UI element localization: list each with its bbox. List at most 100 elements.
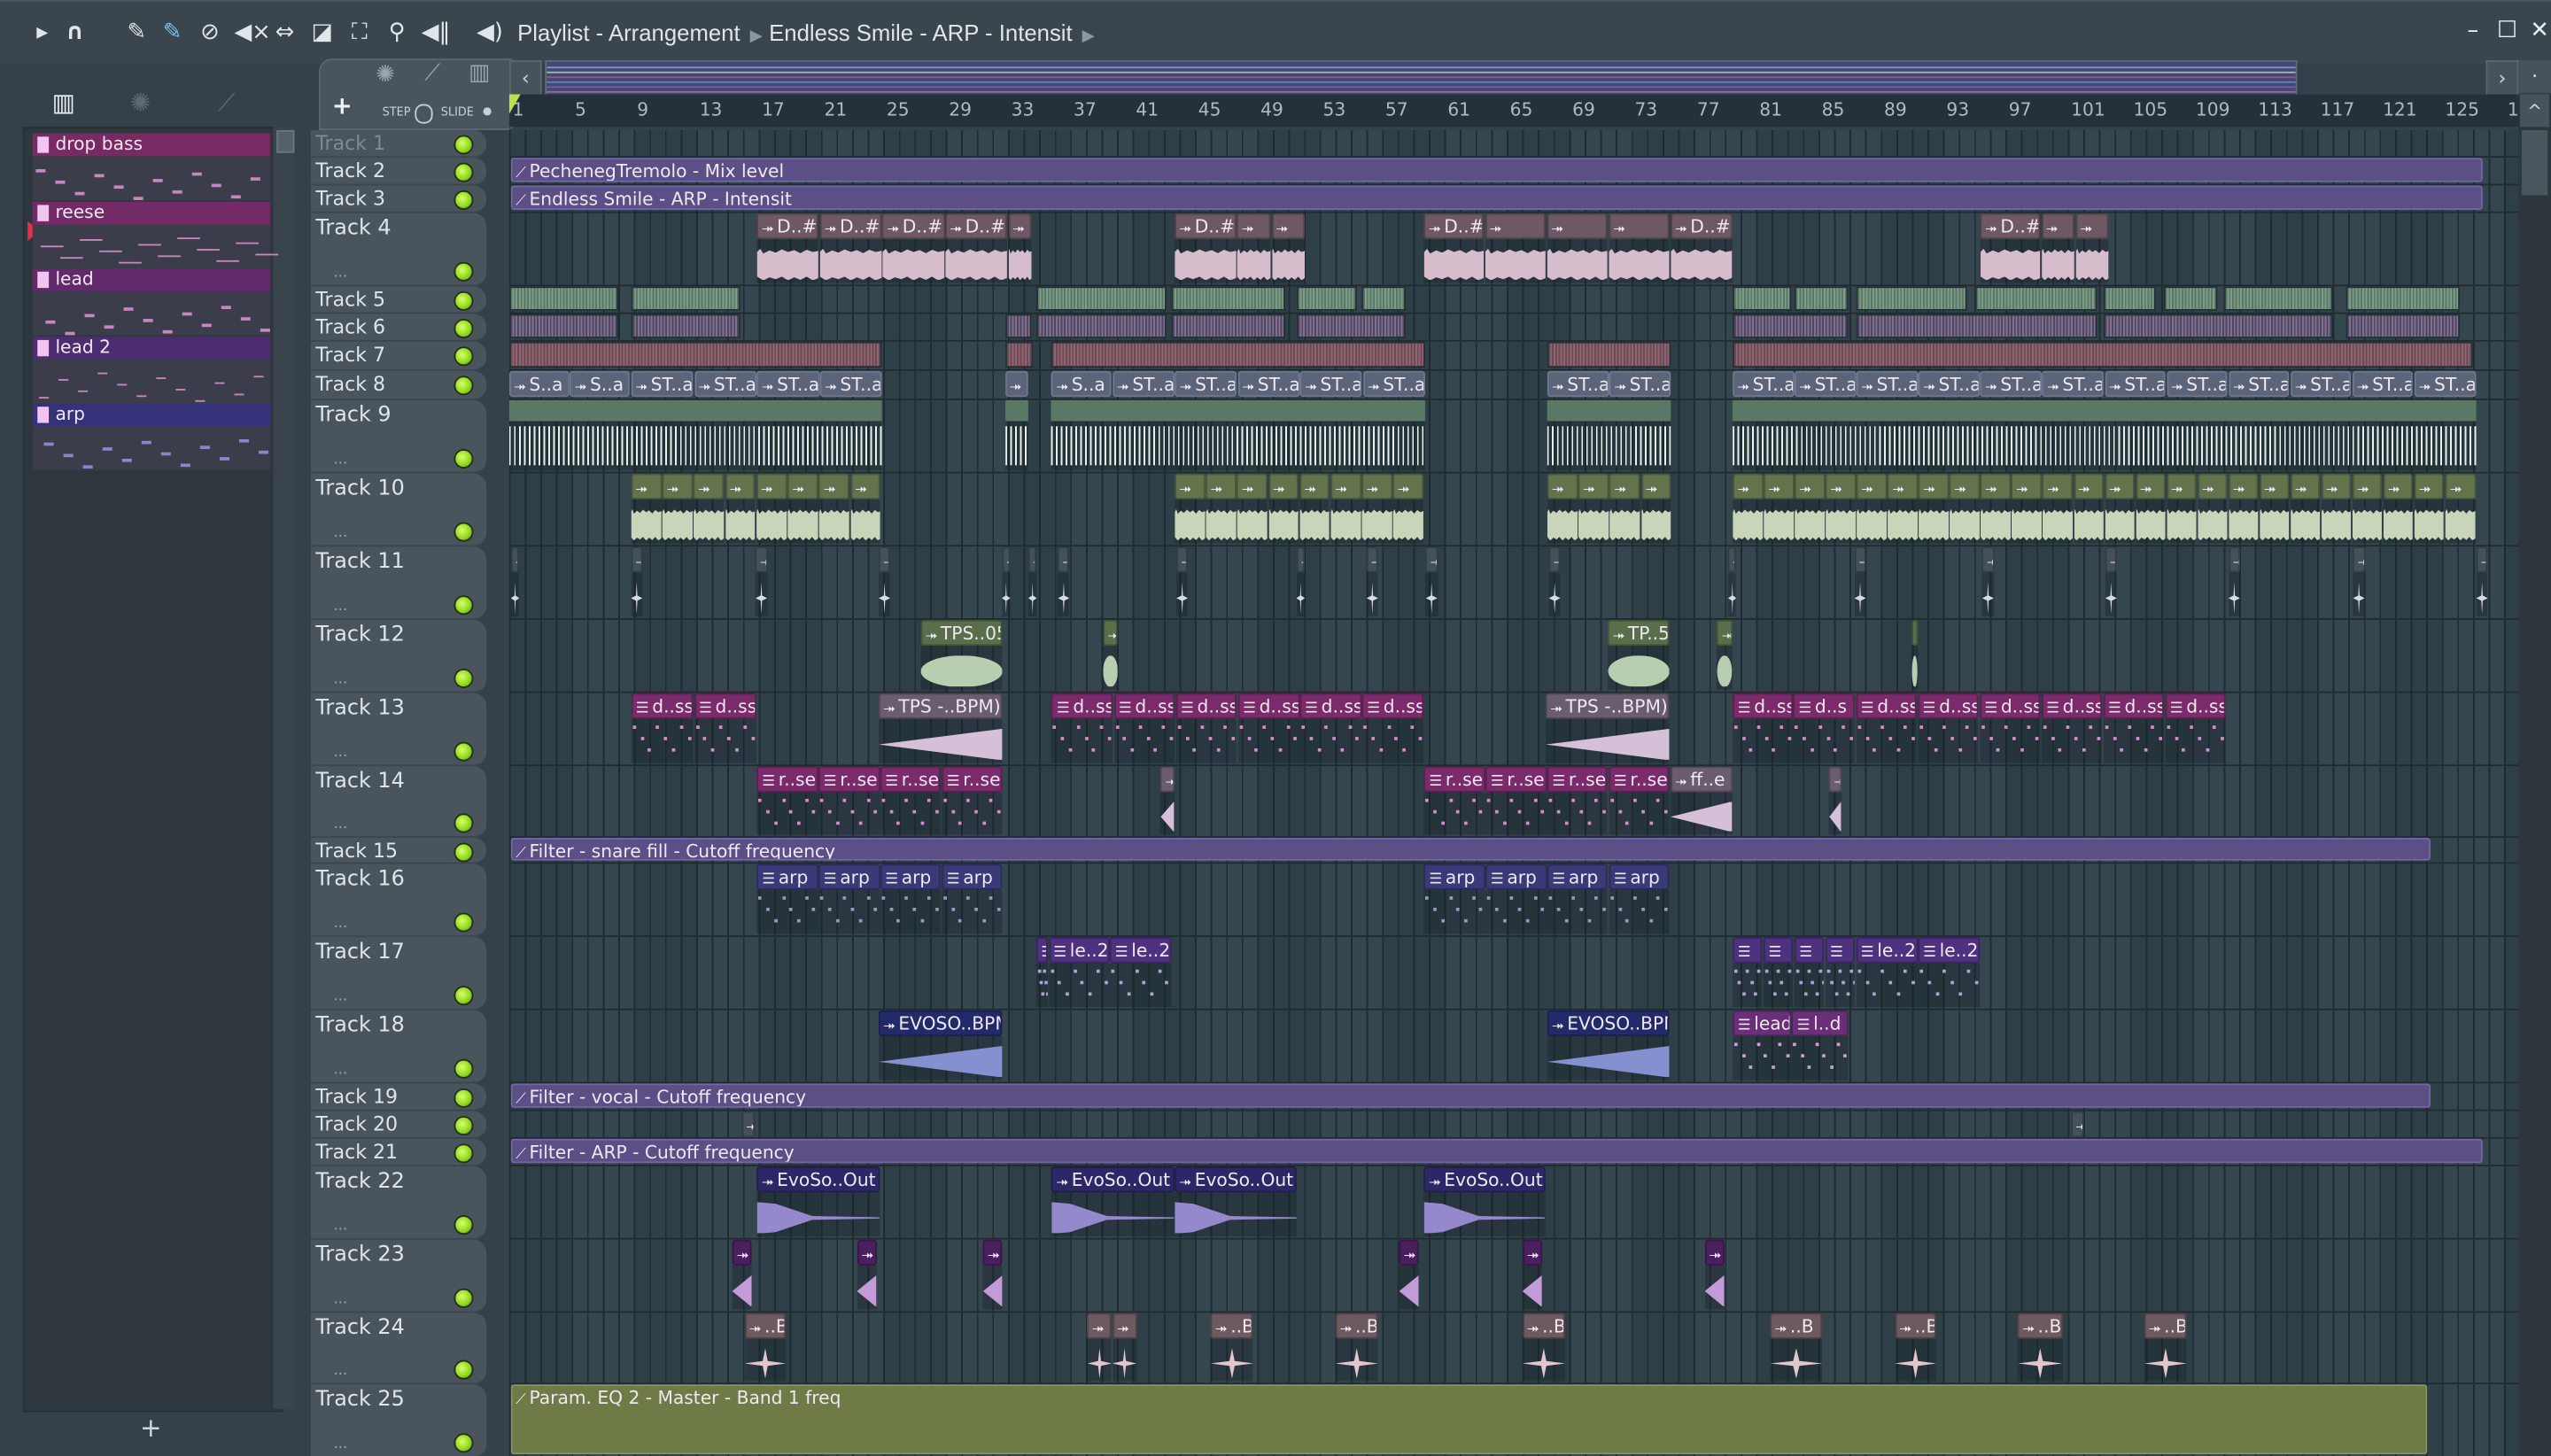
clip-header[interactable]: ⯮ — [1237, 213, 1271, 240]
clip-header[interactable]: ⯮ D..# — [1981, 213, 2041, 240]
clip-spurple[interactable] — [2345, 314, 2461, 339]
clip-header[interactable]: ☰ d..ss — [1918, 693, 1979, 719]
clip-header[interactable]: ☰ r..se — [1609, 766, 1670, 793]
clip-olive[interactable]: ⯮ — [1578, 473, 1609, 544]
scroll-left-button[interactable]: ‹ — [508, 59, 542, 97]
clip-spurple[interactable] — [1004, 314, 1033, 339]
track-menu-icon[interactable]: ... — [334, 672, 348, 688]
clip-header[interactable]: ⯮ — [1578, 473, 1609, 500]
clip-magenta[interactable]: ☰ d..ss — [1237, 693, 1299, 763]
clip-evoso[interactable]: ⯮ EvoSo..Out — [1051, 1166, 1175, 1237]
clip-header[interactable]: ⯮ ST..a — [1362, 370, 1425, 398]
clip-header[interactable]: ⟋ Endless Smile - ARP - Intensit — [510, 185, 2484, 210]
clip-st[interactable]: ⯮ ST..a — [2290, 370, 2352, 398]
clip-magenta[interactable]: ☰ d..ss — [2165, 693, 2227, 763]
track-enable-led[interactable] — [454, 261, 474, 282]
clip-olive[interactable]: ⯮ — [1640, 473, 1671, 544]
clip-st[interactable]: ⯮ ST..a — [1981, 370, 2043, 398]
track-header[interactable]: Track 11... — [310, 546, 487, 620]
clip-header[interactable]: ⯮ — [2104, 473, 2135, 500]
track-header[interactable]: Track 19 — [310, 1083, 487, 1111]
track-menu-icon[interactable]: ... — [334, 1363, 348, 1379]
clip-olive[interactable]: ⯮ — [2445, 473, 2476, 544]
clip-olive[interactable]: ⯮ — [1175, 473, 1206, 544]
track-enable-led[interactable] — [454, 986, 474, 1006]
clip-header[interactable]: ⯮ TPS -..BPM) — [1546, 693, 1670, 719]
clip-smallp[interactable]: ⯮ — [1399, 1239, 1419, 1310]
clip-marker[interactable]: ⯮ — [1176, 546, 1189, 617]
clip-smallp[interactable]: ⯮ — [1704, 1239, 1725, 1310]
vertical-scrollbar[interactable]: ^ — [2518, 94, 2551, 1456]
clip-marker[interactable]: ⯮ — [1981, 546, 1994, 617]
clip-header[interactable]: ☰ r..se — [942, 766, 1003, 793]
track-header[interactable]: Track 10... — [310, 473, 487, 547]
clip-header[interactable]: ⯮ ..B — [2144, 1313, 2188, 1339]
clip-header[interactable]: ⟋ Param. EQ 2 - Master - Band 1 freq — [510, 1384, 2428, 1455]
clip-smallp[interactable]: ⯮ — [982, 1239, 1003, 1310]
clip-header[interactable]: ⯮ TPS -..BPM) — [878, 693, 1003, 719]
clip-header[interactable]: ⯮ — [631, 473, 662, 500]
clip-olive[interactable]: ⯮ — [2383, 473, 2414, 544]
clip-header[interactable]: ⯮ — [725, 473, 756, 500]
clip-rose[interactable]: ⯮ D..# — [945, 213, 1008, 283]
clip-sgreen[interactable] — [2223, 286, 2334, 311]
track-menu-icon[interactable]: ... — [334, 817, 348, 833]
clip-sgreen[interactable] — [631, 286, 741, 311]
step-toggle[interactable]: STEP — [383, 105, 411, 119]
clip-header[interactable]: ⯮ ST..a — [1300, 370, 1362, 398]
clip-header[interactable]: ⯮ ST..a — [694, 370, 756, 398]
scrollbar-thumb[interactable] — [276, 129, 295, 153]
clip-auto[interactable]: ⟋ Endless Smile - ARP - Intensit — [510, 185, 2484, 210]
track-lane[interactable] — [508, 1239, 2519, 1313]
clip-header[interactable]: ⯮ — [2197, 473, 2228, 500]
pattern-item[interactable]: lead 2 — [32, 336, 270, 403]
clip-green[interactable]: ⯮ — [1717, 619, 1733, 690]
clip-header[interactable]: ⯮ — [1609, 213, 1670, 240]
clip-marker[interactable]: ⯮ — [1548, 546, 1561, 617]
clip-green[interactable]: ⯮ TP..5 — [1608, 619, 1670, 690]
clip-header[interactable]: ⯮ — [1911, 619, 1918, 647]
track-enable-led[interactable] — [454, 376, 474, 396]
clip-st[interactable]: ⯮ ST..a — [1919, 370, 1981, 398]
audio-tab-icon[interactable]: ✺ — [130, 88, 151, 117]
add-pattern-button[interactable]: + — [140, 1412, 162, 1443]
clip-header[interactable]: ⯮ — [2352, 473, 2383, 500]
clip-magenta[interactable]: ☰ r..se — [1609, 766, 1670, 835]
clip-magenta[interactable]: ☰ d..ss — [1979, 693, 2041, 763]
track-header[interactable]: Track 13... — [310, 693, 487, 767]
clip-magenta[interactable]: ☰ d..ss — [1175, 693, 1237, 763]
clip-header[interactable]: ⯮ — [732, 1239, 752, 1266]
clip-kick[interactable]: ⯮ ..B — [2144, 1313, 2188, 1382]
clip-header[interactable]: ⯮ ..B — [2018, 1313, 2063, 1339]
track-header[interactable]: Track 20 — [310, 1111, 487, 1139]
clip-arp[interactable]: ☰ arp — [1485, 864, 1547, 934]
add-track-button[interactable]: + — [332, 91, 353, 120]
clip-swell[interactable]: ⯮ — [1160, 766, 1175, 835]
clip-header[interactable]: ☰ r..se — [756, 766, 818, 793]
clip-st[interactable]: ⯮ ST..a — [2352, 370, 2414, 398]
clip-header[interactable]: ☰ r..se — [1423, 766, 1485, 793]
clip-spurple[interactable] — [1856, 314, 2097, 339]
clip-st[interactable]: ⯮ — [1004, 370, 1029, 398]
clip-st[interactable]: ⯮ ST..a — [631, 370, 694, 398]
track-menu-icon[interactable]: ... — [334, 1219, 348, 1235]
select-icon[interactable]: ⛶ — [346, 19, 372, 45]
clip-olive[interactable]: ⯮ — [2073, 473, 2104, 544]
playlist-grid[interactable]: ⟋ PechenegTremolo - Mix level ⟋ Endless Smi… — [508, 128, 2519, 1456]
clip-olive[interactable]: ⯮ — [1299, 473, 1330, 544]
clip-header[interactable]: ⯮ ST..a — [756, 370, 820, 398]
clip-st[interactable]: ⯮ ST..a — [1112, 370, 1175, 398]
track-lane[interactable] — [508, 619, 2519, 693]
clip-header[interactable]: ⯮ — [2228, 473, 2259, 500]
clip-header[interactable]: ⯮ D..# — [882, 213, 945, 240]
clip-olive[interactable]: ⯮ — [2011, 473, 2043, 544]
clip-marker[interactable]: ⯮ — [2228, 546, 2240, 617]
track-enable-led[interactable] — [454, 1433, 474, 1453]
clip-header[interactable]: ⯮ — [662, 473, 694, 500]
clip-st[interactable]: ⯮ ST..a — [2104, 370, 2166, 398]
clip-header[interactable]: ⯮ — [2290, 473, 2321, 500]
clip-header[interactable]: ⯮ — [2011, 473, 2043, 500]
clip-rose[interactable]: ⯮ — [2041, 213, 2075, 283]
clip-marker[interactable]: ⯮ — [2105, 546, 2117, 617]
clip-magenta[interactable]: ☰ d..ss — [1918, 693, 1979, 763]
